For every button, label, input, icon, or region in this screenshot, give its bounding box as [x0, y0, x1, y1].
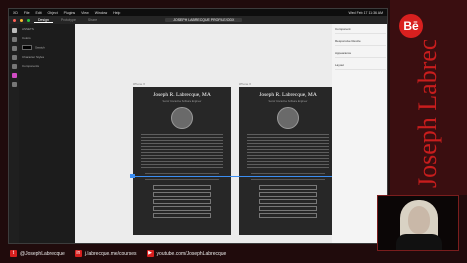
linkedin-link[interactable]: in j.labrecque.me/courses — [74, 250, 137, 257]
app-titlebar: Design Prototype Share JOSEPH LABRECQUE … — [9, 16, 387, 24]
artboard-label[interactable]: iPhone X — [239, 82, 251, 86]
artboard-label[interactable]: iPhone X — [133, 82, 145, 86]
behance-logo: Bē — [399, 14, 423, 38]
zoom-dot[interactable] — [27, 18, 30, 22]
components-heading[interactable]: Components — [22, 64, 72, 68]
twitter-link[interactable]: t @JosephLabrecque — [10, 250, 65, 257]
clock: Wed Feb 17 11:36 AM — [348, 10, 383, 15]
bio-text[interactable] — [247, 134, 329, 170]
link-button[interactable] — [259, 185, 317, 190]
link-button[interactable] — [153, 213, 211, 218]
tab-share[interactable]: Share — [84, 18, 101, 22]
link-button[interactable] — [153, 199, 211, 204]
toolbar — [9, 24, 19, 243]
selection-line — [131, 176, 345, 177]
link-button[interactable] — [259, 206, 317, 211]
avatar[interactable] — [277, 107, 299, 129]
link-buttons — [259, 185, 317, 218]
bio-text[interactable] — [141, 134, 223, 170]
menu-view[interactable]: View — [81, 11, 89, 15]
layers-icon[interactable] — [11, 82, 17, 87]
link-button[interactable] — [153, 206, 211, 211]
char-styles-heading[interactable]: Character Styles — [22, 55, 72, 59]
link-button[interactable] — [259, 192, 317, 197]
profile-name[interactable]: Joseph R. Labrecque, MA — [133, 92, 231, 98]
rectangle-tool-icon[interactable] — [11, 37, 17, 42]
section-component: Component — [335, 27, 386, 34]
link-buttons — [153, 185, 211, 218]
profile-subtitle[interactable]: Senior Interactive Software Engineer — [133, 100, 231, 103]
menu-window[interactable]: Window — [95, 11, 107, 15]
menu-object[interactable]: Object — [48, 11, 58, 15]
select-tool-icon[interactable] — [11, 28, 17, 33]
presenter-shirt — [396, 234, 442, 250]
assets-panel: ASSETS Colors Swatch Character Styles Co… — [19, 24, 75, 243]
linkedin-icon: in — [74, 250, 82, 257]
tab-prototype[interactable]: Prototype — [57, 18, 80, 22]
stream-frame: XD File Edit Object Plugins View Window … — [0, 0, 467, 263]
avatar[interactable] — [171, 107, 193, 129]
mac-menubar: XD File Edit Object Plugins View Window … — [9, 9, 387, 16]
profile-subtitle[interactable]: Senior Interactive Software Engineer — [239, 100, 337, 103]
vertical-name: Joseph Labrecque — [413, 40, 442, 188]
vertical-name-logo: Joseph Labrecque — [380, 1, 467, 190]
selection-handle[interactable] — [130, 174, 135, 178]
link-button[interactable] — [153, 192, 211, 197]
link-button[interactable] — [153, 185, 211, 190]
ellipse-tool-icon[interactable] — [11, 46, 17, 51]
color-swatch[interactable] — [22, 45, 32, 50]
document-title: JOSEPH LABRECQUE PROFILE/ODX — [165, 18, 243, 22]
minimize-dot[interactable] — [20, 18, 23, 22]
colors-heading[interactable]: Colors — [22, 36, 72, 40]
xd-window: XD File Edit Object Plugins View Window … — [8, 8, 388, 244]
text-tool-icon[interactable] — [11, 64, 17, 69]
youtube-link[interactable]: ▶ youtube.com/JosephLabrecque — [146, 250, 226, 257]
youtube-icon: ▶ — [146, 250, 154, 257]
pen-tool-icon[interactable] — [11, 55, 17, 60]
color-name: Swatch — [35, 45, 45, 50]
link-button[interactable] — [259, 199, 317, 204]
assets-icon[interactable] — [11, 73, 17, 78]
menu-plugins[interactable]: Plugins — [64, 11, 75, 15]
section-responsive-resize[interactable]: Responsive Resize — [335, 39, 386, 46]
assets-title: ASSETS — [22, 27, 34, 31]
artboard-2[interactable]: iPhone X Joseph R. Labrecque, MA Senior … — [239, 82, 337, 235]
twitter-icon: t — [10, 250, 17, 257]
link-button[interactable] — [259, 213, 317, 218]
close-dot[interactable] — [13, 18, 16, 22]
social-footer: t @JosephLabrecque in j.labrecque.me/cours… — [0, 244, 390, 263]
tab-design[interactable]: Design — [34, 18, 53, 23]
menu-xd[interactable]: XD — [13, 11, 18, 15]
presenter-face — [408, 206, 430, 234]
profile-name[interactable]: Joseph R. Labrecque, MA — [239, 92, 337, 98]
design-canvas[interactable]: iPhone X Joseph R. Labrecque, MA Senior … — [75, 24, 345, 243]
artboard-1[interactable]: iPhone X Joseph R. Labrecque, MA Senior … — [133, 82, 231, 235]
menu-help[interactable]: Help — [113, 11, 120, 15]
menu-edit[interactable]: Edit — [36, 11, 42, 15]
menu-file[interactable]: File — [24, 11, 30, 15]
section-layout: Layout — [335, 63, 386, 70]
webcam-overlay — [377, 195, 459, 251]
section-appearance: Appearance — [335, 51, 386, 58]
